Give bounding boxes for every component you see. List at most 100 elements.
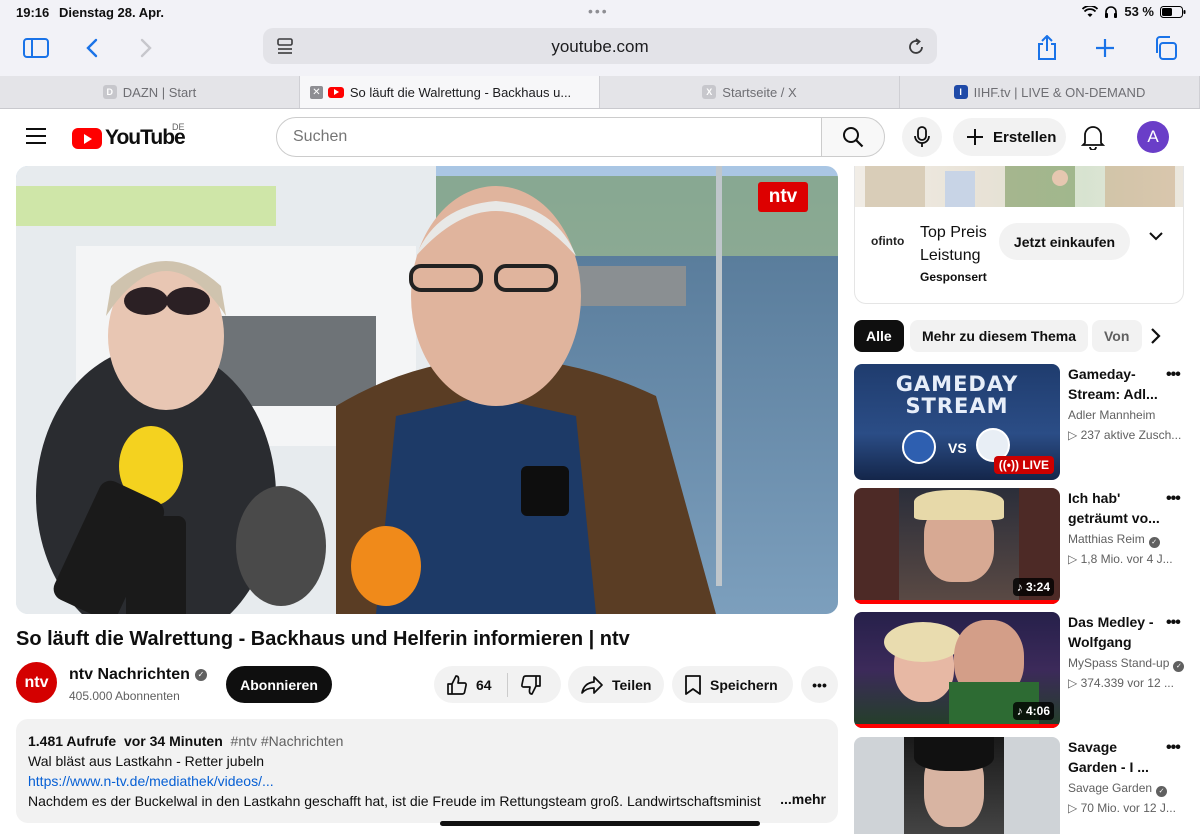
thumbs-down-icon: [521, 674, 541, 695]
tab-youtube[interactable]: ✕ So läuft die Walrettung - Backhaus u..…: [300, 76, 600, 108]
verified-icon: ✓: [1148, 536, 1160, 548]
video-title: So läuft die Walrettung - Backhaus und H…: [16, 628, 630, 650]
recommended-video[interactable]: Savage Garden - I ... Savage Garden ✓ ▷ 7…: [854, 737, 1184, 834]
video-thumbnail[interactable]: [854, 737, 1060, 834]
tab-label: Startseite / X: [722, 84, 797, 100]
youtube-play-icon: [72, 127, 102, 149]
forward-icon[interactable]: [128, 32, 164, 64]
more-actions-button[interactable]: •••: [801, 666, 838, 703]
chip-related[interactable]: Mehr zu diesem Thema: [910, 320, 1089, 352]
sponsored-label: Gesponsert: [920, 270, 987, 284]
home-indicator[interactable]: [440, 821, 760, 826]
more-options-icon[interactable]: •••: [1166, 366, 1181, 384]
tab-iihf[interactable]: I IIHF.tv | LIVE & ON-DEMAND: [900, 76, 1200, 108]
chip-from-channel[interactable]: Von: [1092, 320, 1142, 352]
close-tab-icon[interactable]: ✕: [310, 86, 323, 99]
chip-all[interactable]: Alle: [854, 320, 904, 352]
reload-icon[interactable]: [907, 38, 925, 56]
more-options-icon[interactable]: •••: [1166, 614, 1181, 632]
description-box[interactable]: 1.481 Aufrufe vor 34 Minuten #ntv #Nachr…: [16, 719, 838, 823]
status-right: 53 %: [1082, 4, 1186, 19]
video-thumbnail[interactable]: ♪ 3:24: [854, 488, 1060, 604]
more-options-icon[interactable]: •••: [1166, 739, 1181, 757]
tab-label: IIHF.tv | LIVE & ON-DEMAND: [973, 84, 1146, 100]
description-text: Nachdem es der Buckelwal in den Lastkahn…: [28, 793, 761, 809]
menu-icon[interactable]: [26, 128, 46, 149]
share-button[interactable]: Teilen: [568, 666, 664, 703]
ad-headline: Top Preis: [920, 224, 987, 241]
account-avatar[interactable]: A: [1137, 121, 1169, 153]
description-link[interactable]: https://www.n-tv.de/mediathek/videos/...: [28, 773, 274, 789]
chevron-right-icon[interactable]: [1150, 327, 1162, 345]
like-button[interactable]: 64: [434, 672, 508, 697]
recommended-video[interactable]: ♪ 3:24 Ich hab' geträumt vo... Matthias …: [854, 488, 1184, 604]
video-player[interactable]: ntv: [16, 166, 838, 614]
thumb-title-2: STREAM: [905, 394, 1009, 418]
tab-dazn[interactable]: D DAZN | Start: [0, 76, 300, 108]
thumb-hair: [914, 737, 994, 771]
rec-title[interactable]: Savage Garden - I ...: [1068, 737, 1160, 777]
voice-search-button[interactable]: [902, 117, 942, 157]
address-bar[interactable]: youtube.com: [263, 28, 937, 64]
thumbs-up-icon: [447, 674, 467, 695]
rec-channel: MySpass Stand-up: [1068, 656, 1170, 670]
save-button[interactable]: Speichern: [672, 666, 793, 703]
rec-stats: ▷ 70 Mio. vor 12 J...: [1068, 801, 1176, 815]
dislike-button[interactable]: [508, 674, 542, 696]
youtube-logo[interactable]: YouTube DE: [72, 122, 186, 150]
chevron-down-icon[interactable]: [1148, 231, 1164, 241]
back-icon[interactable]: [74, 32, 110, 64]
rec-channel[interactable]: Adler Mannheim: [1068, 408, 1155, 422]
sidebar-icon[interactable]: [18, 32, 54, 64]
url-text: youtube.com: [551, 37, 649, 56]
like-count: 64: [476, 676, 492, 693]
channel-avatar[interactable]: ntv: [16, 662, 57, 703]
ad-brand-logo: ofinto: [871, 234, 905, 248]
recommended-video[interactable]: GAMEDAY STREAM VS ((•)) LIVE Gameday-Str…: [854, 364, 1184, 480]
search-icon: [843, 127, 864, 148]
filter-chips: Alle Mehr zu diesem Thema Von: [854, 320, 1184, 353]
iihf-favicon-icon: I: [953, 85, 968, 99]
rec-channel-container[interactable]: MySpass Stand-up ✓: [1068, 656, 1185, 672]
shop-now-button[interactable]: Jetzt einkaufen: [999, 223, 1130, 260]
subscribe-button[interactable]: Abonnieren: [226, 666, 332, 703]
channel-row: ntv ntv Nachrichten ✓ 405.000 Abonnenten …: [16, 662, 838, 708]
tabs-overview-icon[interactable]: [1147, 32, 1183, 64]
hashtags[interactable]: #ntv #Nachrichten: [231, 733, 344, 749]
multitasking-dots-icon[interactable]: •••: [588, 3, 609, 19]
bookmark-icon: [685, 674, 701, 695]
x-favicon-icon: X: [702, 85, 717, 99]
channel-name: ntv Nachrichten: [69, 666, 190, 683]
video-thumbnail[interactable]: GAMEDAY STREAM VS ((•)) LIVE: [854, 364, 1060, 480]
search-input[interactable]: [293, 128, 793, 146]
new-tab-icon[interactable]: [1087, 32, 1123, 64]
more-options-icon[interactable]: •••: [1166, 490, 1181, 508]
rec-title[interactable]: Gameday-Stream: Adl...: [1068, 364, 1160, 404]
ad-banner-image: [855, 166, 1183, 207]
description-meta: 1.481 Aufrufe vor 34 Minuten #ntv #Nachr…: [28, 731, 826, 751]
watch-progress-bar: [854, 724, 1060, 728]
show-more-button[interactable]: ...mehr: [778, 789, 826, 809]
share-arrow-icon: [581, 675, 603, 694]
notifications-bell-icon[interactable]: [1081, 124, 1105, 150]
share-icon[interactable]: [1029, 32, 1065, 64]
ad-headline-2: Leistung: [920, 247, 981, 264]
tab-x[interactable]: X Startseite / X: [600, 76, 900, 108]
adler-logo-icon: [902, 430, 936, 464]
rec-stats: ▷ 237 aktive Zusch...: [1068, 428, 1182, 442]
rec-channel-container[interactable]: Matthias Reim ✓: [1068, 532, 1160, 548]
video-thumbnail[interactable]: ♪ 4:06: [854, 612, 1060, 728]
recommended-video[interactable]: ♪ 4:06 Das Medley - Wolfgang un... MySpa…: [854, 612, 1185, 728]
channel-name-container[interactable]: ntv Nachrichten ✓: [69, 666, 207, 684]
duration-badge: ♪ 4:06: [1012, 702, 1054, 720]
subscriber-count: 405.000 Abonnenten: [69, 689, 180, 703]
rec-channel-container[interactable]: Savage Garden ✓: [1068, 781, 1168, 797]
search-box[interactable]: [276, 117, 822, 157]
sponsored-ad-card[interactable]: ofinto Top Preis Leistung Gesponsert Jet…: [854, 166, 1184, 304]
share-label: Teilen: [612, 676, 652, 693]
search-button[interactable]: [821, 117, 885, 157]
create-button[interactable]: Erstellen: [953, 118, 1066, 156]
rec-stats: ▷ 1,8 Mio. vor 4 J...: [1068, 552, 1173, 566]
rec-title[interactable]: Das Medley - Wolfgang un...: [1068, 612, 1160, 652]
rec-title[interactable]: Ich hab' geträumt vo...: [1068, 488, 1160, 528]
